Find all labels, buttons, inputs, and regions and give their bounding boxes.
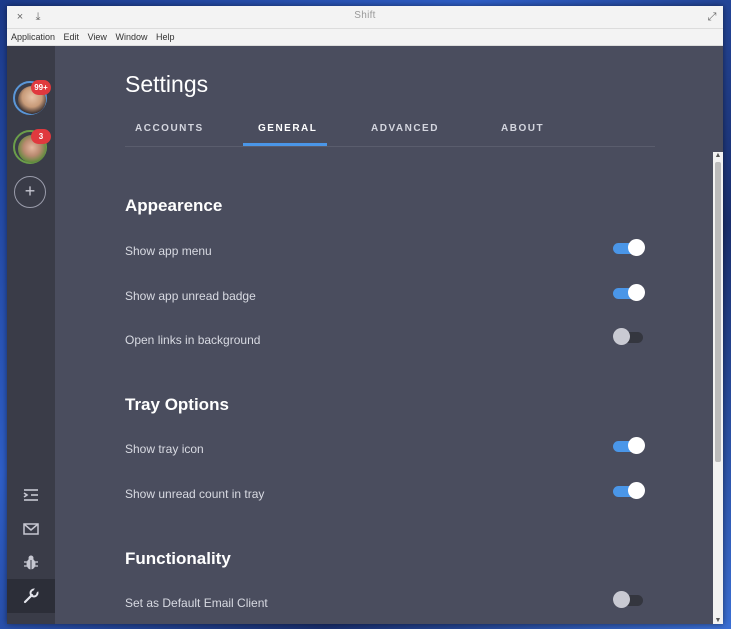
- unread-badge: 99+: [31, 80, 51, 95]
- menu-application[interactable]: Application: [11, 29, 55, 45]
- toggle-show-app-menu[interactable]: [613, 239, 645, 257]
- account-avatar-1[interactable]: 99+: [13, 80, 51, 115]
- window-title: Shift: [354, 10, 376, 21]
- menu-edit[interactable]: Edit: [64, 29, 80, 45]
- menu-bar: Application Edit View Window Help: [7, 29, 723, 46]
- setting-label: Show unread count in tray: [125, 487, 265, 501]
- setting-label: Show app menu: [125, 244, 212, 258]
- section-title-functionality: Functionality: [125, 549, 231, 568]
- setting-label: Open links in background: [125, 333, 261, 347]
- active-tab-indicator: [243, 143, 327, 146]
- wrench-icon[interactable]: [22, 587, 40, 605]
- page-title: Settings: [125, 71, 209, 97]
- toggle-default-email-client[interactable]: [613, 591, 645, 609]
- tabs-divider: [125, 146, 655, 147]
- tab-accounts[interactable]: ACCOUNTS: [135, 123, 204, 134]
- mail-icon[interactable]: [22, 520, 40, 538]
- menu-view[interactable]: View: [88, 29, 107, 45]
- setting-label: Show tray icon: [125, 442, 204, 456]
- setting-label: Show app unread badge: [125, 289, 256, 303]
- maximize-icon[interactable]: ⤢: [703, 8, 721, 26]
- toggle-show-app-unread-badge[interactable]: [613, 284, 645, 302]
- toggle-show-tray-icon[interactable]: [613, 437, 645, 455]
- account-avatar-2[interactable]: 3: [13, 129, 51, 164]
- settings-panel: Settings ACCOUNTS GENERAL ADVANCED ABOUT…: [55, 46, 723, 624]
- toggle-show-unread-count-in-tray[interactable]: [613, 482, 645, 500]
- section-title-appearance: Appearence: [125, 196, 223, 215]
- scroll-down-icon[interactable]: ▼: [714, 617, 722, 624]
- tab-advanced[interactable]: ADVANCED: [371, 123, 439, 134]
- scrollbar[interactable]: ▲ ▼: [713, 152, 723, 624]
- scroll-thumb[interactable]: [715, 162, 721, 462]
- scroll-up-icon[interactable]: ▲: [714, 152, 722, 159]
- list-indent-icon[interactable]: [22, 486, 40, 504]
- add-account-button[interactable]: +: [14, 176, 46, 208]
- toggle-open-links-in-background[interactable]: [613, 328, 645, 346]
- unread-badge: 3: [31, 129, 51, 144]
- app-window: × ⤓ Shift ⤢ Application Edit View Window…: [7, 6, 723, 624]
- menu-window[interactable]: Window: [115, 29, 147, 45]
- sidebar: 99+ 3 +: [7, 46, 55, 624]
- title-bar: × ⤓ Shift ⤢: [7, 6, 723, 29]
- tab-about[interactable]: ABOUT: [501, 123, 544, 134]
- tab-general[interactable]: GENERAL: [258, 123, 317, 134]
- section-title-tray-options: Tray Options: [125, 395, 229, 414]
- menu-help[interactable]: Help: [156, 29, 175, 45]
- setting-label: Set as Default Email Client: [125, 596, 268, 610]
- bug-icon[interactable]: [22, 554, 40, 572]
